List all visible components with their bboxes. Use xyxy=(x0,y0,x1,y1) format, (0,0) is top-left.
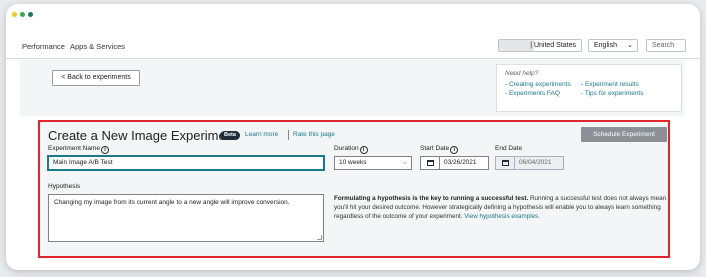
info-icon[interactable]: i xyxy=(359,146,368,154)
start-date-calendar-button[interactable] xyxy=(420,156,440,170)
start-date-label: Start Date i xyxy=(420,145,459,154)
country-label: | United States xyxy=(530,42,576,49)
header-bar: < Back to experiments Need help? - Creat… xyxy=(20,60,684,116)
duration-select[interactable]: 10 weeks ⌵ xyxy=(334,156,412,170)
help-link-creating[interactable]: - Creating experiments xyxy=(505,81,581,88)
help-link-results[interactable]: - Experiment results xyxy=(581,81,681,88)
schedule-experiment-button[interactable]: Schedule Experiment xyxy=(581,127,667,142)
country-selector[interactable]: | United States xyxy=(498,39,582,52)
help-link-faq[interactable]: - Experiments FAQ xyxy=(505,90,581,97)
info-icon[interactable]: i xyxy=(450,146,459,154)
hypothesis-value: Changing my image from its current angle… xyxy=(54,199,290,206)
chevron-down-icon: ⌄ xyxy=(627,42,633,49)
calendar-icon xyxy=(427,160,434,166)
search-placeholder: Search xyxy=(652,42,675,49)
green-dot-icon[interactable] xyxy=(20,12,25,17)
yellow-dot-icon[interactable] xyxy=(12,12,17,17)
calendar-icon xyxy=(502,160,509,166)
duration-value: 10 weeks xyxy=(339,159,367,166)
duration-label: Duration i xyxy=(334,145,368,154)
info-icon[interactable]: i xyxy=(101,146,110,154)
learn-more-link[interactable]: Learn more xyxy=(245,131,278,138)
experiment-name-label: Experiment Name i xyxy=(48,145,110,154)
back-to-experiments-button[interactable]: < Back to experiments xyxy=(52,70,140,86)
browser-window: Performance Apps & Services | United Sta… xyxy=(6,4,700,270)
end-date-calendar-button xyxy=(495,156,515,170)
nav-apps-services[interactable]: Apps & Services xyxy=(70,42,125,51)
help-box: Need help? - Creating experiments - Expe… xyxy=(496,64,682,112)
view-hypothesis-examples-link[interactable]: View hypothesis examples. xyxy=(464,213,540,220)
guidance-bold: Formulating a hypothesis is the key to r… xyxy=(334,195,529,202)
start-date-label-text: Start Date xyxy=(420,145,450,152)
end-date-label: End Date xyxy=(495,145,523,152)
search-input[interactable]: Search xyxy=(646,39,686,52)
start-date-input[interactable]: 03/26/2021 xyxy=(439,156,489,170)
end-date-input: 06/04/2021 xyxy=(514,156,564,170)
rate-page-link[interactable]: Rate this page xyxy=(293,131,335,138)
help-link-tips[interactable]: - Tips for experiments xyxy=(581,90,681,97)
help-title: Need help? xyxy=(505,70,539,77)
hypothesis-label: Hypothesis xyxy=(48,183,81,190)
page-title: Create a New Image Experiment xyxy=(48,128,237,143)
duration-label-text: Duration xyxy=(334,145,359,152)
divider xyxy=(288,130,289,140)
resize-handle-icon[interactable] xyxy=(317,235,322,240)
experiment-form: Create a New Image Experiment Beta Learn… xyxy=(38,120,670,258)
hypothesis-textarea[interactable]: Changing my image from its current angle… xyxy=(48,194,324,242)
hypothesis-guidance: Formulating a hypothesis is the key to r… xyxy=(334,194,668,221)
chevron-down-icon: ⌵ xyxy=(402,160,407,166)
language-label: English xyxy=(594,42,617,49)
beta-badge: Beta xyxy=(220,131,240,140)
window-controls xyxy=(12,12,33,17)
language-select[interactable]: English ⌄ xyxy=(588,39,638,52)
experiment-name-input[interactable]: Main Image A/B Test xyxy=(48,156,324,170)
teal-dot-icon[interactable] xyxy=(28,12,33,17)
experiment-name-label-text: Experiment Name xyxy=(48,145,101,152)
nav-performance[interactable]: Performance xyxy=(22,42,65,51)
top-nav: Performance Apps & Services | United Sta… xyxy=(6,35,700,59)
